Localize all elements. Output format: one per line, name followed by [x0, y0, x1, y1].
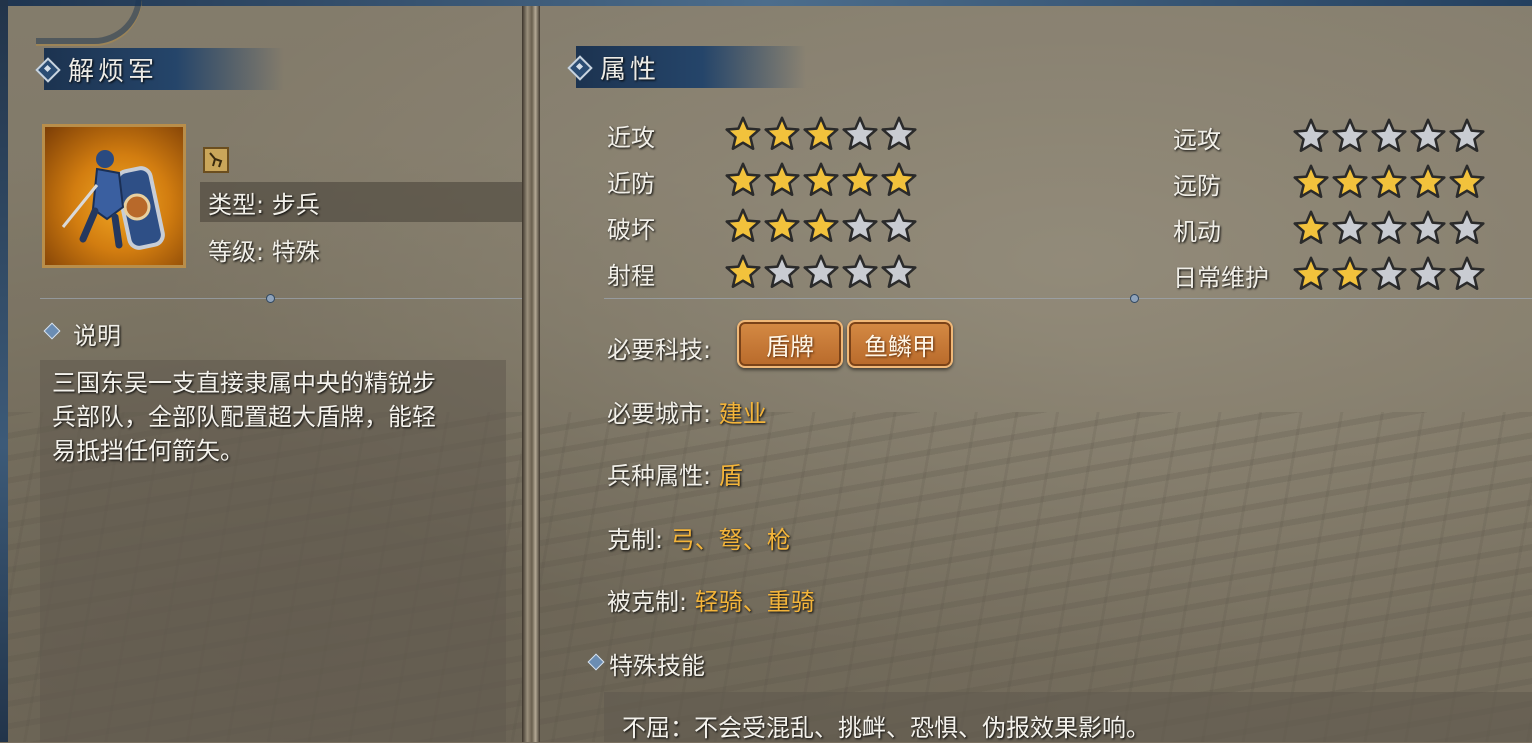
star-rating [1292, 208, 1487, 248]
star-empty-icon [881, 116, 917, 150]
unit-type-text: 类型: 步兵 [208, 190, 320, 219]
star-rating [1292, 162, 1487, 202]
description-box: 三国东吴一支直接隶属中央的精锐步兵部队，全部队配置超大盾牌，能轻易抵挡任何箭矢。 [40, 360, 506, 742]
unit-type: 类型: 步兵 [200, 182, 522, 222]
star-rating [1292, 254, 1487, 294]
unit-name: 解烦军 [68, 56, 159, 87]
star-filled-icon [764, 116, 800, 150]
separator-line [40, 298, 522, 299]
unit-level: 等级: 特殊 [200, 229, 522, 269]
attributes-title: 属性 [600, 54, 661, 85]
star-rating [724, 252, 919, 292]
unit-portrait[interactable] [42, 124, 186, 268]
star-filled-icon [725, 116, 761, 150]
unit-level-text: 等级: 特殊 [208, 237, 320, 266]
star-empty-icon [1449, 118, 1485, 152]
required-city-row: 必要城市: 建业 [607, 394, 767, 429]
star-rating [1292, 116, 1487, 156]
star-filled-icon [842, 162, 878, 196]
separator-dot [1130, 294, 1139, 303]
star-filled-icon [803, 116, 839, 150]
star-empty-icon [1449, 210, 1485, 244]
tech-button-shield[interactable]: 盾牌 [737, 320, 843, 368]
star-empty-icon [1371, 118, 1407, 152]
attr-label: 远防 [1173, 172, 1221, 200]
star-empty-icon [842, 208, 878, 242]
star-filled-icon [1332, 164, 1368, 198]
attr-label: 机动 [1173, 218, 1221, 246]
panel-divider [522, 6, 540, 742]
attr-label: 近攻 [607, 124, 655, 152]
countered-by-value: 轻骑、重骑 [694, 588, 815, 616]
star-filled-icon [725, 208, 761, 242]
infantry-class-icon [203, 147, 229, 173]
countered-by-label: 被克制: [607, 588, 695, 616]
special-skill-heading: 特殊技能 [609, 652, 705, 680]
countered-by-row: 被克制: 轻骑、重骑 [607, 582, 815, 617]
attr-label: 破坏 [607, 216, 655, 244]
separator-dot [266, 294, 275, 303]
description-text: 三国东吴一支直接隶属中央的精锐步兵部队，全部队配置超大盾牌，能轻易抵挡任何箭矢。 [52, 369, 436, 465]
star-empty-icon [1410, 256, 1446, 290]
star-empty-icon [1332, 118, 1368, 152]
star-empty-icon [1410, 118, 1446, 152]
required-city-value: 建业 [718, 400, 767, 428]
diamond-icon [568, 56, 590, 78]
attr-label: 近防 [607, 170, 655, 198]
star-filled-icon [725, 254, 761, 288]
star-filled-icon [725, 162, 761, 196]
star-empty-icon [881, 254, 917, 288]
separator-line [604, 298, 1532, 299]
counters-row: 克制: 弓、弩、枪 [607, 520, 791, 555]
star-empty-icon [1410, 210, 1446, 244]
star-filled-icon [803, 208, 839, 242]
star-empty-icon [803, 254, 839, 288]
counters-value: 弓、弩、枪 [670, 526, 791, 554]
unit-trait-label: 兵种属性: [607, 462, 719, 490]
unit-name-header: 解烦军 [44, 48, 284, 90]
attr-label: 日常维护 [1173, 264, 1269, 292]
star-filled-icon [764, 208, 800, 242]
star-filled-icon [1410, 164, 1446, 198]
star-empty-icon [1449, 256, 1485, 290]
star-empty-icon [764, 254, 800, 288]
star-filled-icon [1332, 256, 1368, 290]
star-rating [724, 206, 919, 246]
star-rating [724, 160, 919, 200]
star-filled-icon [764, 162, 800, 196]
required-city-label: 必要城市: [607, 400, 719, 428]
counters-label: 克制: [607, 526, 671, 554]
star-empty-icon [1293, 118, 1329, 152]
tech-button-scale-armor[interactable]: 鱼鳞甲 [847, 320, 953, 368]
shield-infantry-portrait-icon [61, 150, 165, 250]
star-empty-icon [1371, 256, 1407, 290]
description-heading: 说明 [73, 322, 121, 350]
star-empty-icon [842, 254, 878, 288]
star-filled-icon [1293, 210, 1329, 244]
required-tech-label: 必要科技: [607, 336, 712, 364]
star-empty-icon [842, 116, 878, 150]
star-rating [724, 114, 919, 154]
special-skill-text: 不屈：不会受混乱、挑衅、恐惧、伪报效果影响。 [622, 714, 1150, 742]
star-filled-icon [803, 162, 839, 196]
attr-label: 远攻 [1173, 126, 1221, 154]
left-frame-edge [0, 0, 8, 742]
star-filled-icon [1293, 164, 1329, 198]
attributes-header: 属性 [576, 46, 806, 88]
star-filled-icon [1449, 164, 1485, 198]
star-filled-icon [1293, 256, 1329, 290]
star-empty-icon [881, 208, 917, 242]
star-empty-icon [1332, 210, 1368, 244]
unit-trait-row: 兵种属性: 盾 [607, 456, 743, 491]
star-empty-icon [1371, 210, 1407, 244]
star-filled-icon [1371, 164, 1407, 198]
diamond-icon [36, 58, 58, 80]
attr-label: 射程 [607, 262, 655, 290]
unit-trait-value: 盾 [718, 462, 743, 490]
star-filled-icon [881, 162, 917, 196]
